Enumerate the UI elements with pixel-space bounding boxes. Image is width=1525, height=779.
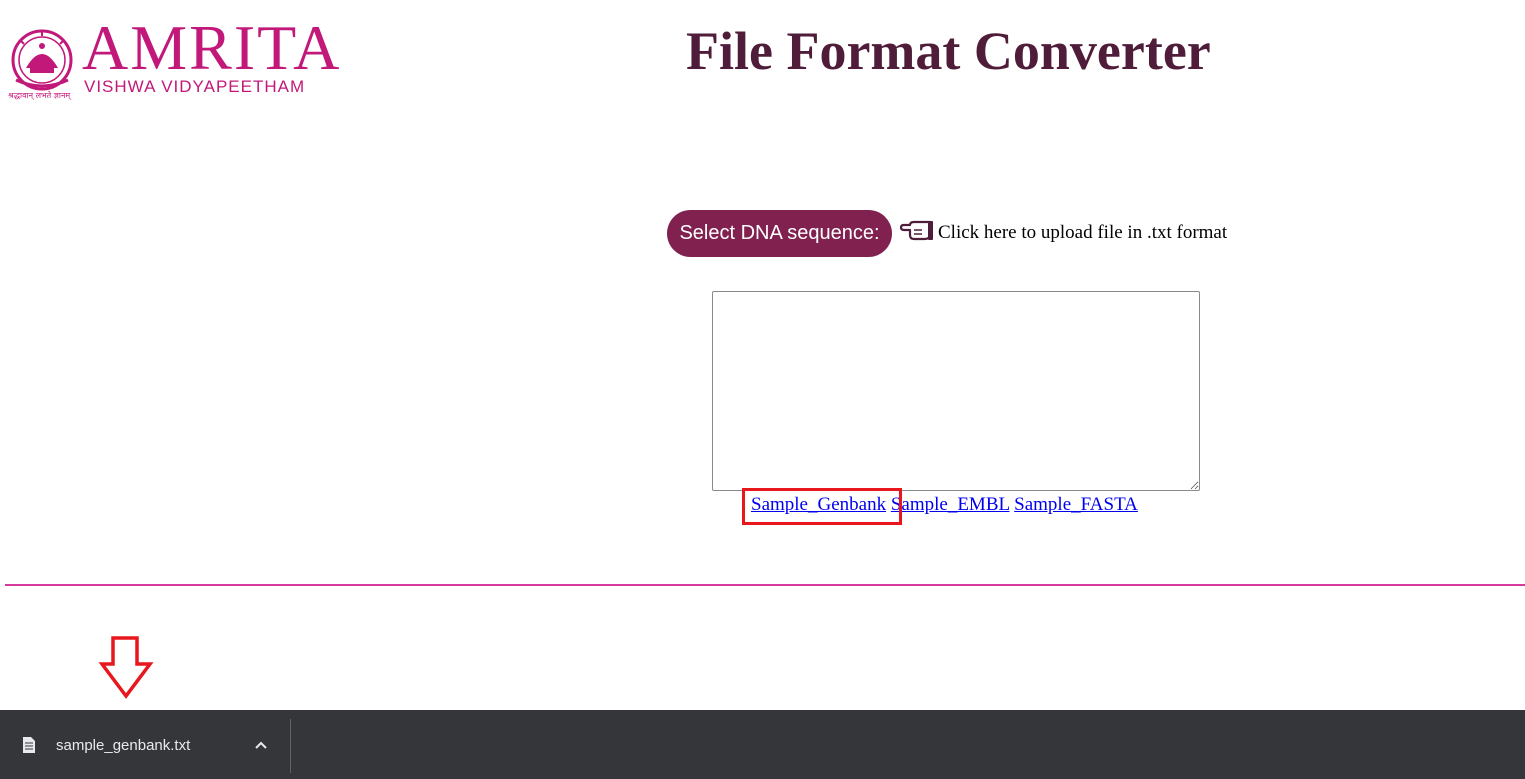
logo-subtitle: VISHWA VIDYAPEETHAM (84, 77, 306, 96)
footer-divider (5, 584, 1525, 586)
amrita-logo[interactable]: AMRITA VISHWA VIDYAPEETHAM श्रद्धावान् ल… (8, 16, 380, 102)
download-file-name: sample_genbank.txt (56, 737, 191, 754)
page-title: File Format Converter (686, 21, 1211, 81)
annotation-highlight-box (742, 488, 902, 525)
page: AMRITA VISHWA VIDYAPEETHAM श्रद्धावान् ल… (0, 0, 1525, 779)
dna-sequence-input[interactable] (712, 291, 1200, 491)
upload-file-hint[interactable]: Click here to upload file in .txt format (938, 222, 1227, 244)
pointing-hand-icon (900, 220, 933, 241)
logo-motto: श्रद्धावान् लभते ज्ञानम् (8, 91, 71, 100)
sample-embl-link[interactable]: Sample_EMBL (891, 494, 1010, 515)
logo-wordmark: AMRITA (82, 12, 342, 83)
select-dna-sequence-button[interactable]: Select DNA sequence: (667, 210, 892, 257)
sample-fasta-link[interactable]: Sample_FASTA (1014, 494, 1138, 515)
chevron-up-icon[interactable] (250, 734, 272, 756)
download-bar-separator (290, 719, 291, 773)
amrita-emblem-icon (11, 29, 73, 91)
annotation-down-arrow-icon (98, 636, 154, 699)
download-item[interactable]: sample_genbank.txt (0, 710, 290, 779)
download-bar: sample_genbank.txt (0, 710, 1525, 779)
document-icon (23, 737, 35, 753)
